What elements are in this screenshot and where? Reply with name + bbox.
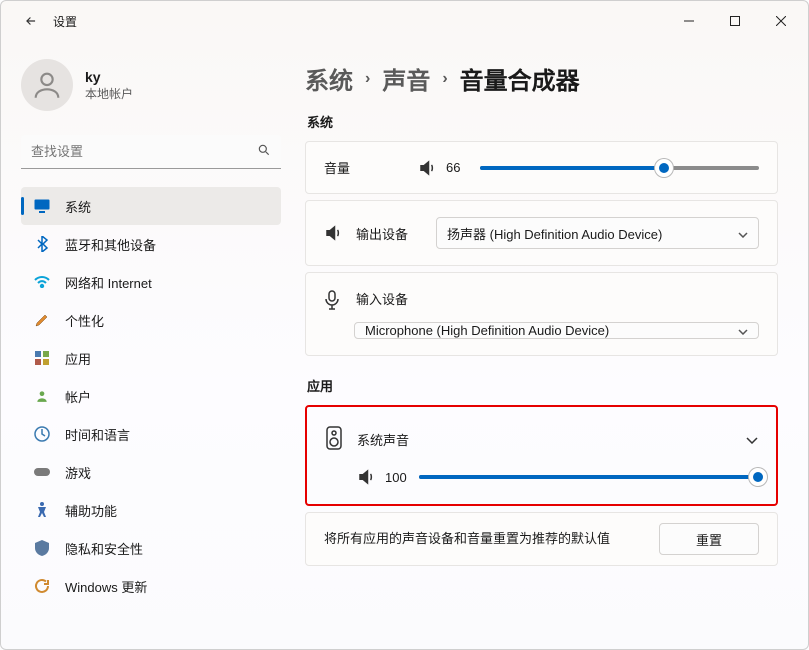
system-sounds-title: 系统声音 [357, 430, 409, 449]
sidebar-item-label: 系统 [65, 197, 91, 216]
input-device-value: Microphone (High Definition Audio Device… [365, 323, 609, 338]
speaker-icon[interactable] [418, 159, 436, 177]
output-device-select[interactable]: 扬声器 (High Definition Audio Device) [436, 217, 759, 249]
sidebar-item-gaming[interactable]: 游戏 [21, 453, 281, 491]
clock-globe-icon [33, 425, 51, 443]
crumb-sound[interactable]: 声音 [382, 61, 430, 96]
sidebar-item-label: 蓝牙和其他设备 [65, 235, 156, 254]
sidebar-item-label: 个性化 [65, 311, 104, 330]
crumb-mixer: 音量合成器 [460, 61, 580, 96]
volume-slider[interactable] [480, 166, 759, 170]
sidebar-item-accessibility[interactable]: 辅助功能 [21, 491, 281, 529]
sidebar-item-label: 时间和语言 [65, 425, 130, 444]
sidebar-item-system[interactable]: 系统 [21, 187, 281, 225]
volume-value: 66 [446, 160, 470, 175]
microphone-icon [324, 290, 342, 308]
sidebar-item-accounts[interactable]: 帐户 [21, 377, 281, 415]
sidebar-item-label: 网络和 Internet [65, 273, 152, 292]
profile-name: ky [85, 69, 133, 85]
volume-label: 音量 [324, 158, 404, 177]
sidebar-item-apps[interactable]: 应用 [21, 339, 281, 377]
reset-description: 将所有应用的声音设备和音量重置为推荐的默认值 [324, 530, 639, 548]
section-title-apps: 应用 [307, 376, 778, 395]
output-device-value: 扬声器 (High Definition Audio Device) [447, 224, 662, 243]
monitor-icon [33, 197, 51, 215]
chevron-down-icon [738, 323, 748, 338]
system-sounds-slider[interactable] [419, 475, 758, 479]
accessibility-icon [33, 501, 51, 519]
sidebar-item-label: 辅助功能 [65, 501, 117, 520]
section-title-system: 系统 [307, 112, 778, 131]
gamepad-icon [33, 463, 51, 481]
chevron-down-icon [738, 226, 748, 241]
sidebar-item-personalize[interactable]: 个性化 [21, 301, 281, 339]
wifi-icon [33, 273, 51, 291]
breadcrumb: 系统 › 声音 › 音量合成器 [305, 61, 778, 96]
grid-icon [33, 349, 51, 367]
sidebar-item-update[interactable]: Windows 更新 [21, 567, 281, 605]
chevron-right-icon: › [442, 70, 447, 88]
sidebar-item-time[interactable]: 时间和语言 [21, 415, 281, 453]
brush-icon [33, 311, 51, 329]
minimize-button[interactable] [666, 5, 712, 37]
sidebar-item-privacy[interactable]: 隐私和安全性 [21, 529, 281, 567]
system-sounds-value: 100 [385, 470, 409, 485]
chevron-right-icon: › [365, 70, 370, 88]
input-device-select[interactable]: Microphone (High Definition Audio Device… [354, 322, 759, 339]
system-sounds-icon [325, 425, 343, 454]
search-input[interactable] [31, 144, 257, 159]
sidebar-item-label: Windows 更新 [65, 577, 147, 596]
close-button[interactable] [758, 5, 804, 37]
speaker-icon[interactable] [357, 468, 375, 486]
update-icon [33, 577, 51, 595]
sidebar-item-label: 隐私和安全性 [65, 539, 143, 558]
avatar [21, 59, 73, 111]
search-icon [257, 143, 271, 160]
crumb-system[interactable]: 系统 [305, 61, 353, 96]
shield-icon [33, 539, 51, 557]
chevron-down-icon[interactable] [746, 432, 758, 447]
output-label: 输出设备 [356, 224, 422, 243]
search-input-wrap[interactable] [21, 135, 281, 169]
speaker-icon [324, 224, 342, 242]
system-sounds-card[interactable]: 系统声音 100 [305, 405, 778, 506]
input-label: 输入设备 [356, 289, 408, 308]
person-icon [33, 387, 51, 405]
reset-button[interactable]: 重置 [659, 523, 759, 555]
maximize-button[interactable] [712, 5, 758, 37]
sidebar-item-label: 游戏 [65, 463, 91, 482]
sidebar-item-label: 帐户 [65, 387, 91, 406]
profile-subtitle: 本地帐户 [85, 85, 133, 102]
sidebar-item-network[interactable]: 网络和 Internet [21, 263, 281, 301]
sidebar-item-label: 应用 [65, 349, 91, 368]
bluetooth-icon [33, 235, 51, 253]
window-title: 设置 [53, 13, 77, 30]
back-button[interactable] [21, 11, 41, 31]
sidebar-item-bluetooth[interactable]: 蓝牙和其他设备 [21, 225, 281, 263]
